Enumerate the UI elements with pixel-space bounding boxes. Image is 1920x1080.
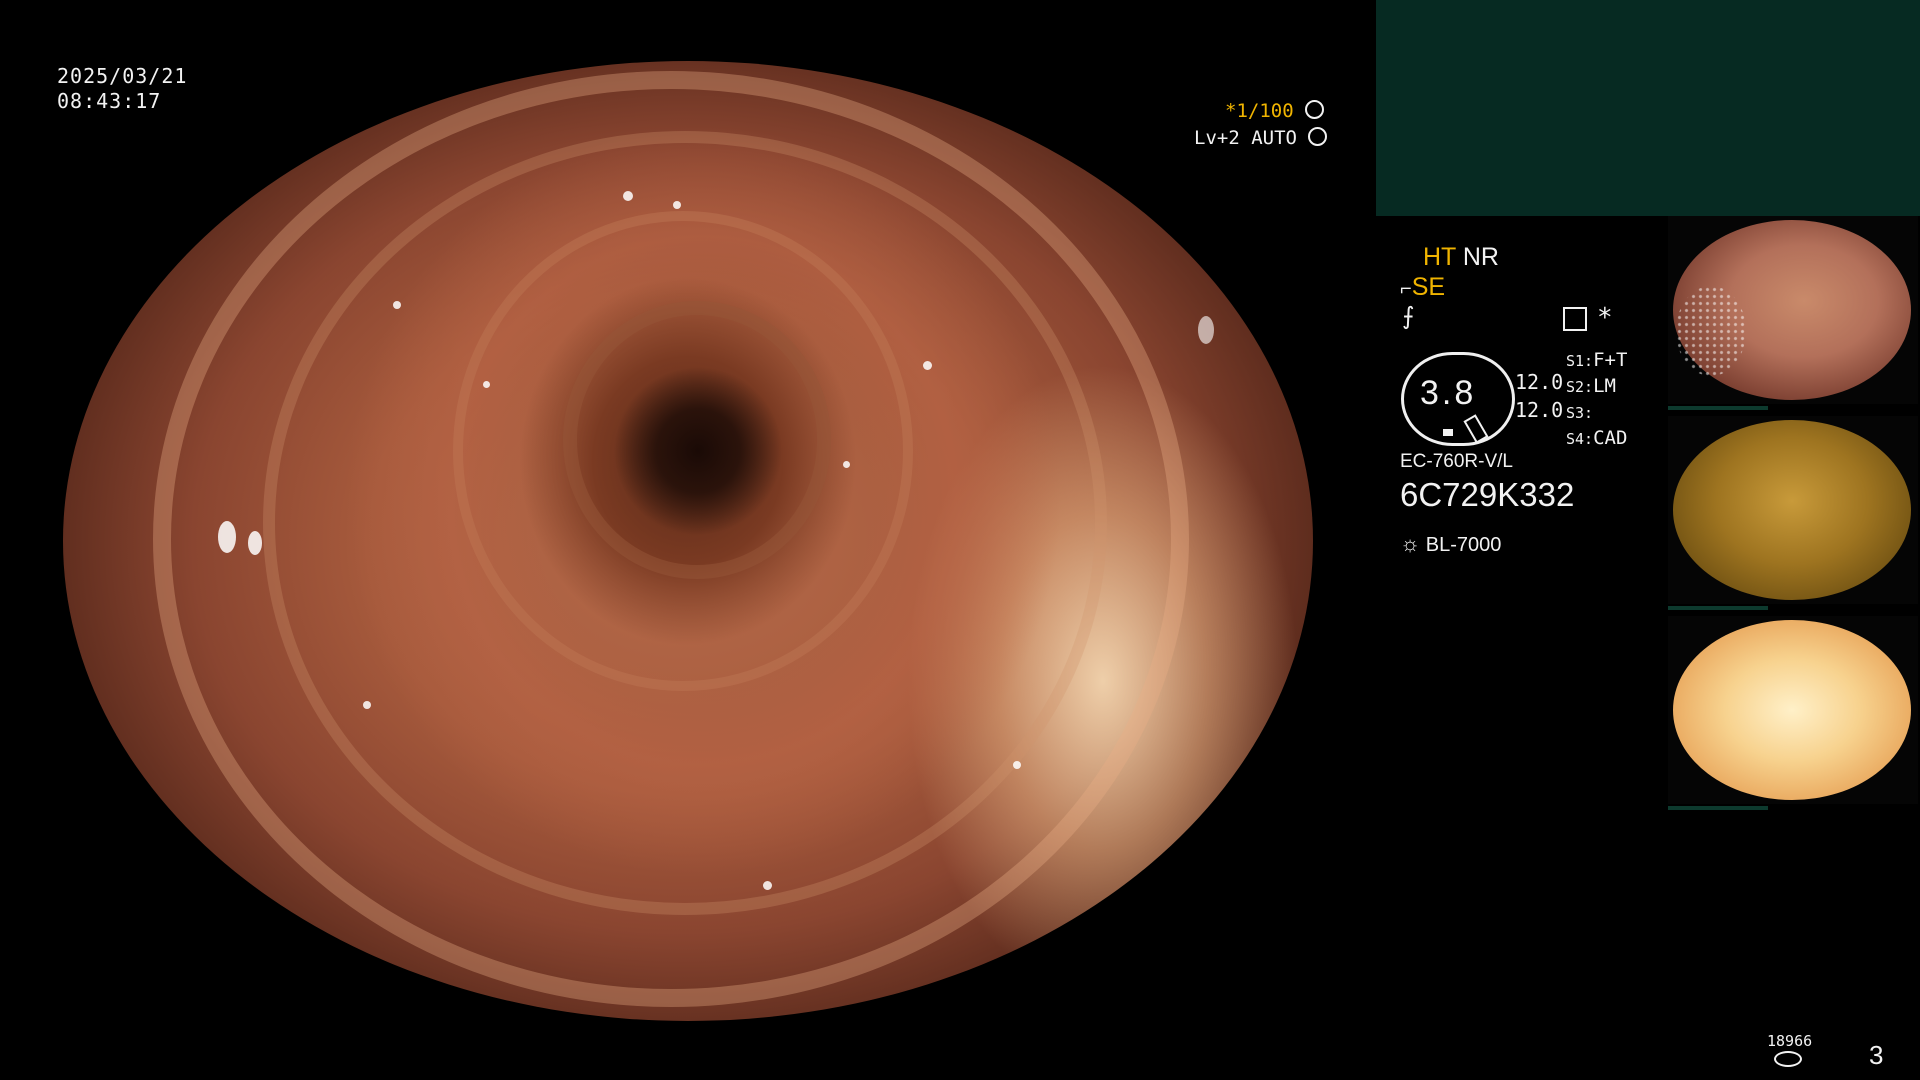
parameter-values: 12.0 12.0 bbox=[1515, 370, 1564, 422]
time-text: 08:43:17 bbox=[57, 89, 162, 113]
timestamp: 2025/03/21 08:43:17 bbox=[57, 64, 187, 114]
capture-thumbnail-3[interactable] bbox=[1668, 616, 1918, 810]
storage-count: 18966 bbox=[1767, 1032, 1813, 1050]
switch-s3: S3: bbox=[1566, 404, 1594, 422]
switch-assignments: S1:F+T S2:LM S3: S4:CAD bbox=[1566, 348, 1627, 452]
light-source: ☼ BL-7000 bbox=[1400, 531, 1502, 556]
asterisk-flag: * bbox=[1597, 303, 1613, 333]
gauge-marker bbox=[1443, 429, 1453, 436]
capture-thumbnail-2[interactable] bbox=[1668, 416, 1918, 610]
se-flag: ⌐SE bbox=[1400, 273, 1446, 301]
endoscope-live-view bbox=[63, 61, 1313, 1021]
aperture-icon bbox=[1305, 100, 1325, 119]
flash-off-icon: ⨍ bbox=[1402, 302, 1415, 330]
level-mode: Lv+2 AUTO bbox=[1194, 127, 1328, 149]
light-source-icon: ☼ bbox=[1400, 531, 1421, 556]
enhance-icon: ⌐ bbox=[1400, 278, 1412, 300]
switch-s4: S4:CAD bbox=[1566, 427, 1628, 449]
iris-icon bbox=[1308, 127, 1328, 146]
notepad-icon bbox=[1563, 307, 1587, 331]
page-number: 3 bbox=[1869, 1040, 1884, 1070]
switch-s2: S2:LM bbox=[1566, 375, 1616, 397]
scope-serial: 6C729K332 bbox=[1400, 476, 1575, 513]
scope-model: EC-760R-V/L bbox=[1400, 451, 1513, 472]
ht-flag: HT bbox=[1423, 243, 1456, 271]
storage-disk-icon bbox=[1774, 1051, 1802, 1067]
zoom-value: 3.8 bbox=[1420, 374, 1477, 412]
date-text: 2025/03/21 bbox=[57, 64, 188, 88]
processing-flags: HT NR bbox=[1423, 243, 1499, 272]
shutter-speed: *1/100 bbox=[1225, 100, 1325, 122]
info-panel-top bbox=[1376, 0, 1920, 216]
capture-thumbnail-1[interactable] bbox=[1668, 216, 1918, 410]
switch-s1: S1:F+T bbox=[1566, 349, 1628, 371]
nr-flag: NR bbox=[1462, 243, 1499, 271]
